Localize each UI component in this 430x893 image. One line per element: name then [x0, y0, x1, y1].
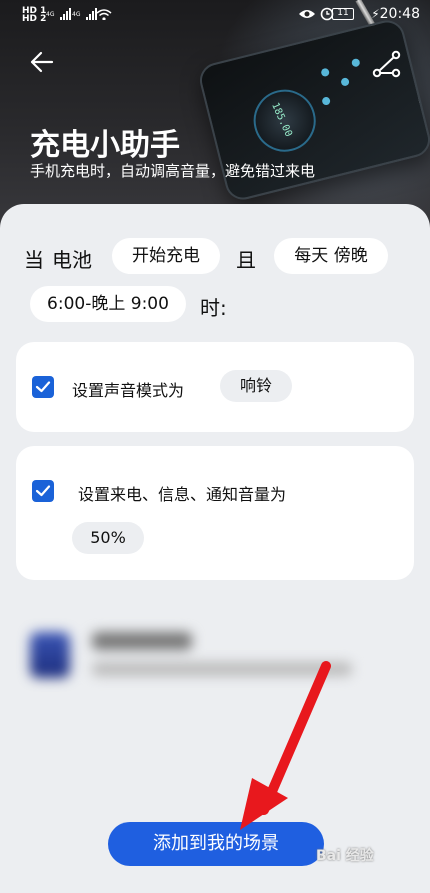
sound-mode-label: 设置声音模式为	[72, 381, 185, 400]
status-bar: HD 1 HD 2 4G 4G 11 ⚡20:48	[0, 0, 430, 30]
volume-value-chip[interactable]: 50%	[72, 522, 144, 554]
share-button[interactable]	[372, 50, 402, 80]
check-icon	[35, 381, 51, 393]
page-subtitle: 手机充电时，自动调高音量，避免错过来电	[30, 162, 316, 180]
battery-icon: 11	[332, 8, 354, 20]
phone-ring: 185.00	[247, 83, 323, 159]
net2-label: 4G	[72, 11, 81, 18]
blurred-suggestion-item	[16, 610, 414, 700]
back-button[interactable]	[28, 48, 58, 78]
condition-and: 且	[236, 248, 256, 272]
sim-indicators: HD 1 HD 2	[22, 7, 47, 24]
sound-mode-value-chip[interactable]: 响铃	[220, 370, 292, 402]
status-time: 20:48	[379, 6, 420, 22]
condition-battery-label: 电池	[52, 248, 92, 272]
volume-checkbox[interactable]	[32, 480, 54, 502]
condition-colon: 时:	[200, 296, 227, 320]
red-arrow-annotation	[240, 661, 331, 830]
action-card-volume: 设置来电、信息、通知音量为 50%	[16, 446, 414, 580]
blurred-title	[92, 632, 192, 650]
status-time-wrap: ⚡20:48	[371, 6, 420, 22]
phone-dot	[350, 57, 361, 68]
sim2-label: HD 2	[22, 14, 47, 24]
blurred-app-icon	[30, 632, 70, 678]
back-arrow-icon	[30, 51, 54, 73]
schedule-pill[interactable]: 每天 傍晚	[274, 238, 388, 274]
charging-bolt-icon: ⚡	[371, 7, 380, 21]
eye-icon	[299, 10, 315, 18]
wifi-icon	[96, 9, 112, 20]
share-icon	[372, 50, 401, 78]
trigger-pill[interactable]: 开始充电	[112, 238, 220, 274]
baidu-watermark: Bai 经验	[316, 848, 374, 864]
check-icon	[35, 485, 51, 497]
phone-dot	[321, 96, 332, 106]
condition-when: 当	[24, 248, 44, 272]
time-range-pill[interactable]: 6:00-晚上 9:00	[30, 286, 186, 322]
volume-label: 设置来电、信息、通知音量为	[78, 485, 287, 504]
sound-mode-checkbox[interactable]	[32, 376, 54, 398]
net1-label: 4G	[46, 11, 55, 18]
hero-display-text: 185.00	[269, 101, 294, 139]
phone-dot	[340, 77, 350, 87]
phone-dot	[320, 67, 331, 78]
page-title: 充电小助手	[30, 128, 180, 163]
action-card-sound-mode: 设置声音模式为 响铃	[16, 342, 414, 432]
battery-level: 11	[337, 8, 349, 18]
